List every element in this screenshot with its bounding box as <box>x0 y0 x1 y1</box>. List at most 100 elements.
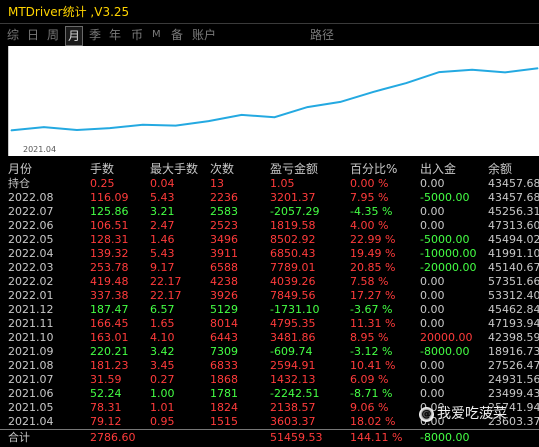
table-row[interactable]: 2022.06 106.51 2.47 2523 1819.58 4.00 % 0.00 47… <box>0 219 539 232</box>
cell-pnl: 8502.92 <box>270 233 316 246</box>
table-row[interactable]: 2022.03 253.78 9.17 6588 7789.01 20.85 % -2000… <box>0 261 539 274</box>
total-row: 合计 2786.60 51459.53 144.11 % -8000.00 <box>0 429 539 446</box>
col-count-header[interactable]: 次数 <box>210 162 234 177</box>
col-month-header[interactable]: 月份 <box>8 162 32 177</box>
cell-lots: 220.21 <box>90 345 129 358</box>
table-row[interactable]: 2021.11 166.45 1.65 8014 4795.35 11.31 % 0.00 4… <box>0 317 539 330</box>
table-row[interactable]: 2021.12 187.47 6.57 5129 -1731.10 -3.67 % 0.00… <box>0 303 539 316</box>
equity-point <box>504 71 506 73</box>
cell-month: 2021.12 <box>8 303 54 316</box>
cell-flow: 0.00 <box>420 387 445 400</box>
col-pct-header[interactable]: 百分比% <box>350 162 397 177</box>
tab-comprehensive[interactable]: 综 <box>5 26 21 44</box>
equity-line-chart <box>10 67 539 132</box>
tab-year[interactable]: 年 <box>107 26 123 44</box>
cell-max-lots: 5.43 <box>150 191 175 204</box>
cell-max-lots: 6.57 <box>150 303 175 316</box>
cell-flow: -8000.00 <box>420 345 470 358</box>
cell-count: 5129 <box>210 303 238 316</box>
cell-pnl: 1819.58 <box>270 219 316 232</box>
cell-pct: 8.95 % <box>350 331 389 344</box>
table-row[interactable]: 2022.02 419.48 22.17 4238 4039.26 7.58 % 0.00 5… <box>0 275 539 288</box>
tab-note[interactable]: 备 <box>169 26 185 44</box>
cell-lots: 187.47 <box>90 303 129 316</box>
cell-month: 2022.08 <box>8 191 54 204</box>
cell-month: 2022.07 <box>8 205 54 218</box>
table-row[interactable]: 2021.07 31.59 0.27 1868 1432.13 6.09 % 0.00 249… <box>0 373 539 386</box>
cell-lots: 419.48 <box>90 275 129 288</box>
table-row[interactable]: 2022.08 116.09 5.43 2236 3201.37 7.95 % -5000.… <box>0 191 539 204</box>
cell-balance: 53312.40 <box>488 289 539 302</box>
cell-max-lots: 4.10 <box>150 331 175 344</box>
cell-pct: 4.00 % <box>350 219 389 232</box>
cell-lots: 337.38 <box>90 289 129 302</box>
cell-count: 6833 <box>210 359 238 372</box>
cell-pnl: -609.74 <box>270 345 313 358</box>
table-row[interactable]: 2021.10 163.01 4.10 6443 3481.86 8.95 % 20000.… <box>0 331 539 344</box>
equity-point <box>306 106 308 108</box>
cell-count: 4238 <box>210 275 238 288</box>
cell-balance: 45462.84 <box>488 303 539 316</box>
cell-balance: 47193.94 <box>488 317 539 330</box>
tab-m[interactable]: M <box>150 26 163 44</box>
col-balance-header[interactable]: 余额 <box>488 162 512 177</box>
cell-flow: -5000.00 <box>420 233 470 246</box>
cell-pct: 7.58 % <box>350 275 389 288</box>
cell-balance: 45140.67 <box>488 261 539 274</box>
cell-lots: 116.09 <box>90 191 129 204</box>
table-row[interactable]: 持仓 0.25 0.04 13 1.05 0.00 % 0.00 43457.68 <box>0 177 539 190</box>
table-row[interactable]: 2022.07 125.86 3.21 2583 -2057.29 -4.35 % 0.00… <box>0 205 539 218</box>
cell-pnl: 4039.26 <box>270 275 316 288</box>
cell-count: 1781 <box>210 387 238 400</box>
cell-lots: 125.86 <box>90 205 129 218</box>
tab-currency[interactable]: 币 <box>129 26 145 44</box>
cell-max-lots: 1.00 <box>150 387 175 400</box>
cell-max-lots: 22.17 <box>150 275 182 288</box>
total-pct: 144.11 % <box>350 431 403 444</box>
tab-bar: 综日周月季年币 M 备账户 路径 <box>0 24 539 46</box>
cell-balance: 57351.66 <box>488 275 539 288</box>
cell-count: 2236 <box>210 191 238 204</box>
equity-point <box>241 114 243 116</box>
tab-day[interactable]: 日 <box>25 26 41 44</box>
cell-balance: 45494.02 <box>488 233 539 246</box>
cell-pnl: 2138.57 <box>270 401 316 414</box>
cell-balance: 23499.43 <box>488 387 539 400</box>
equity-point <box>142 124 144 126</box>
cell-balance: 45256.31 <box>488 205 539 218</box>
cell-count: 2523 <box>210 219 238 232</box>
cell-max-lots: 1.01 <box>150 401 175 414</box>
table-row[interactable]: 2021.06 52.24 1.00 1781 -2242.51 -8.71 % 0.00 2… <box>0 387 539 400</box>
cell-month: 2022.02 <box>8 275 54 288</box>
col-pnl-header[interactable]: 盈亏金额 <box>270 162 318 177</box>
cell-balance: 27526.47 <box>488 359 539 372</box>
table-header: 月份 手数 最大手数 次数 盈亏金额 百分比% 出入金 余额 <box>0 162 539 177</box>
equity-point <box>339 101 341 103</box>
table-row[interactable]: 2022.04 139.32 5.43 3911 6850.43 19.49 % -1000… <box>0 247 539 260</box>
table-row[interactable]: 2021.09 220.21 3.42 7309 -609.74 -3.12 % -8000… <box>0 345 539 358</box>
cell-pct: -4.35 % <box>350 205 393 218</box>
tab-week[interactable]: 周 <box>45 26 61 44</box>
cell-flow: 0.00 <box>420 219 445 232</box>
cell-flow: 0.00 <box>420 177 445 190</box>
cell-month: 2022.05 <box>8 233 54 246</box>
tab-path[interactable]: 路径 <box>308 26 336 44</box>
tab-quarter[interactable]: 季 <box>87 26 103 44</box>
cell-max-lots: 3.42 <box>150 345 175 358</box>
cell-month: 2022.03 <box>8 261 54 274</box>
cell-pct: 9.06 % <box>350 401 389 414</box>
table-row[interactable]: 2021.08 181.23 3.45 6833 2594.91 10.41 % 0.00 2… <box>0 359 539 372</box>
cell-lots: 0.25 <box>90 177 115 190</box>
col-max-lots-header[interactable]: 最大手数 <box>150 162 198 177</box>
tab-account[interactable]: 账户 <box>190 26 218 44</box>
table-row[interactable]: 2022.01 337.38 22.17 3926 7849.56 17.27 % 0.00… <box>0 289 539 302</box>
cell-balance: 43457.68 <box>488 191 539 204</box>
cell-pct: 22.99 % <box>350 233 396 246</box>
cell-lots: 52.24 <box>90 387 122 400</box>
col-flow-header[interactable]: 出入金 <box>420 162 456 177</box>
tab-month[interactable]: 月 <box>65 26 84 46</box>
cell-balance: 24931.56 <box>488 373 539 386</box>
table-row[interactable]: 2022.05 128.31 1.46 3496 8502.92 22.99 % -5000… <box>0 233 539 246</box>
col-lots-header[interactable]: 手数 <box>90 162 114 177</box>
window-title: MTDriver统计 ,V3.25 <box>8 5 130 19</box>
